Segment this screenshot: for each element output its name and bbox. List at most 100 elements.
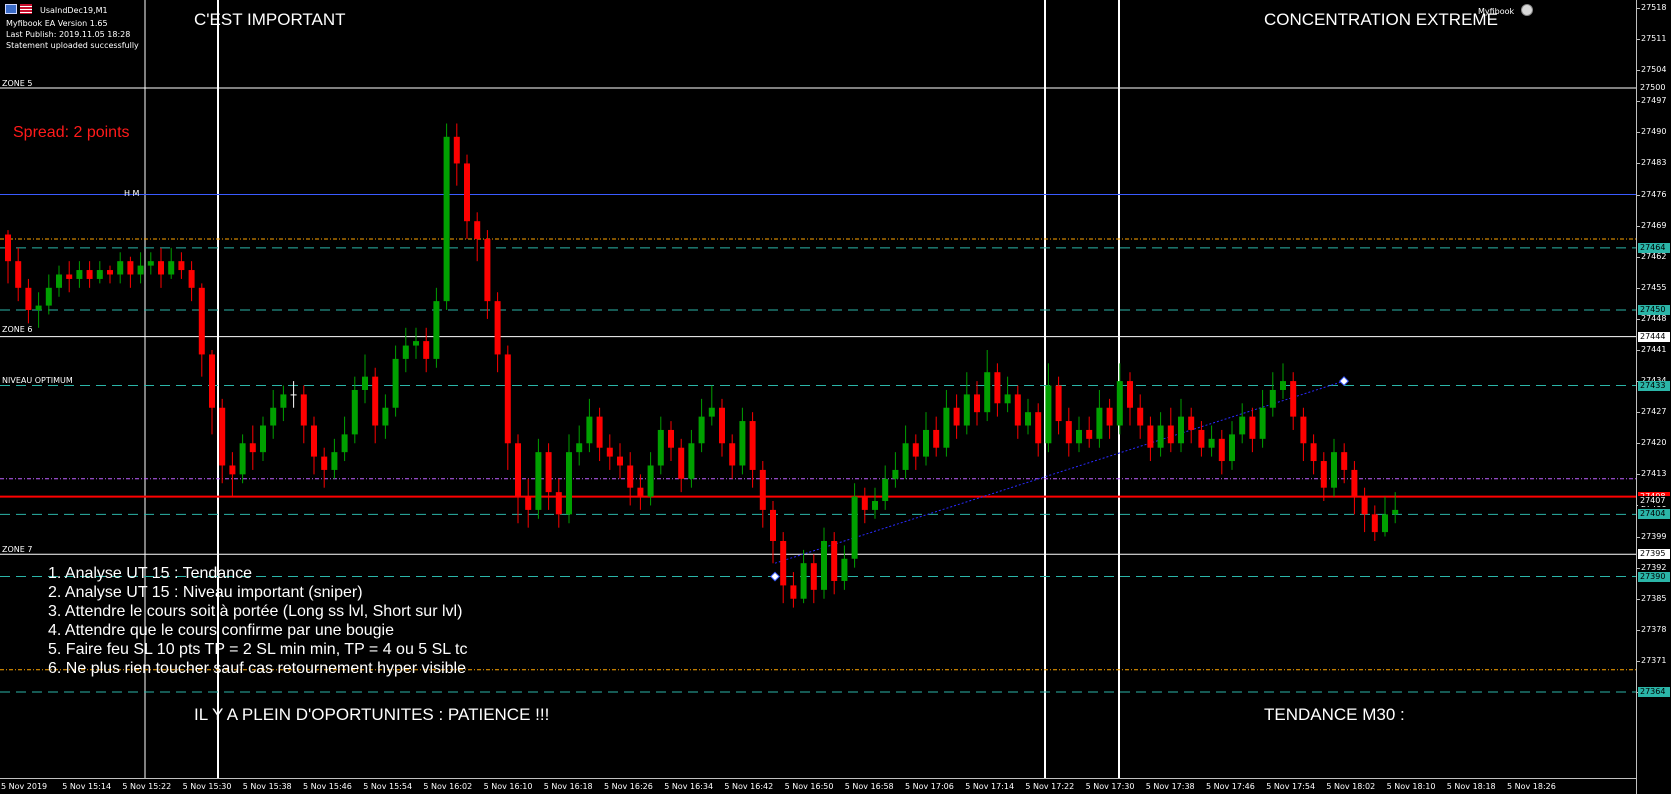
candle-body bbox=[1361, 496, 1368, 515]
candle-body bbox=[1290, 381, 1297, 417]
candle-body bbox=[994, 372, 1001, 404]
candle bbox=[1351, 461, 1358, 515]
candle bbox=[1310, 434, 1317, 475]
candle bbox=[1331, 438, 1337, 497]
candle-body bbox=[984, 372, 991, 413]
time-tick: 5 Nov 15:38 bbox=[242, 782, 292, 791]
candle-body bbox=[678, 447, 685, 479]
candle bbox=[515, 434, 521, 524]
candle bbox=[668, 421, 674, 462]
candle-body bbox=[657, 429, 664, 466]
candle bbox=[45, 274, 52, 315]
candle-body bbox=[872, 501, 878, 510]
candle-body bbox=[719, 407, 725, 444]
candle-body bbox=[178, 261, 185, 271]
candle bbox=[25, 278, 32, 324]
candle-body bbox=[637, 487, 644, 497]
step-5: 5. Faire feu SL 10 pts TP = 2 SL min min… bbox=[48, 641, 468, 658]
candle bbox=[300, 385, 307, 444]
price-tick: 27476 bbox=[1641, 189, 1667, 199]
candle-body bbox=[943, 407, 950, 448]
candle-body bbox=[219, 407, 226, 466]
candle bbox=[1167, 407, 1174, 453]
candle bbox=[1065, 407, 1072, 457]
time-tick: 5 Nov 2019 bbox=[1, 782, 48, 791]
candle-body bbox=[453, 136, 460, 164]
candle bbox=[178, 252, 185, 279]
candle-body bbox=[1371, 514, 1378, 533]
candle bbox=[1035, 403, 1042, 457]
anchor-point bbox=[1339, 376, 1349, 387]
candle bbox=[1014, 385, 1021, 439]
price-axis[interactable]: 27518 27511 27504 27497 27490 27483 27476 27469… bbox=[1636, 0, 1671, 794]
time-tick: 5 Nov 16:10 bbox=[483, 782, 533, 791]
candle bbox=[270, 389, 277, 439]
price-tag: 27395 bbox=[1638, 549, 1670, 560]
candle-body bbox=[586, 416, 593, 444]
candle-body bbox=[433, 301, 440, 359]
candle bbox=[1249, 407, 1256, 453]
price-tick: 27455 bbox=[1641, 282, 1667, 292]
candle bbox=[984, 350, 991, 422]
time-axis[interactable]: 5 Nov 2019 5 Nov 15:14 5 Nov 15:22 5 Nov 15… bbox=[0, 778, 1636, 794]
price-tick-mark bbox=[1637, 39, 1640, 41]
candle bbox=[525, 478, 532, 528]
price-tag: 27390 bbox=[1638, 571, 1670, 582]
candle-body bbox=[525, 496, 532, 510]
candle-body bbox=[729, 443, 736, 466]
candle bbox=[147, 252, 154, 275]
candle-body bbox=[35, 305, 42, 311]
candle-body bbox=[107, 270, 113, 275]
price-tick-mark bbox=[1637, 660, 1640, 662]
candle-body bbox=[494, 301, 501, 355]
candle-body bbox=[1127, 381, 1133, 408]
time-tick: 5 Nov 15:54 bbox=[363, 782, 413, 791]
symbol-title: UsaIndDec19,M1 bbox=[40, 6, 108, 15]
price-tag: 27433 bbox=[1638, 380, 1670, 391]
time-tick: 5 Nov 17:30 bbox=[1085, 782, 1135, 791]
candle-body bbox=[239, 443, 246, 475]
candle-body bbox=[790, 585, 797, 599]
candle-body bbox=[1025, 412, 1031, 426]
candle bbox=[1096, 389, 1103, 448]
candle-body bbox=[1341, 452, 1348, 470]
candle-body bbox=[861, 496, 868, 510]
price-tick-mark bbox=[1637, 598, 1640, 600]
candle-body bbox=[739, 421, 746, 466]
time-tick: 5 Nov 16:50 bbox=[784, 782, 834, 791]
candles bbox=[5, 123, 1399, 608]
candle-body bbox=[402, 345, 409, 359]
candle-body bbox=[800, 563, 807, 599]
label-bottom-left: IL Y A PLEIN D'OPORTUNITES : PATIENCE !!… bbox=[194, 705, 550, 724]
time-tick: 5 Nov 17:22 bbox=[1025, 782, 1075, 791]
price-tick: 27441 bbox=[1641, 345, 1667, 354]
price-tag: 27407 bbox=[1638, 496, 1670, 506]
time-tick: 5 Nov 16:26 bbox=[604, 782, 653, 791]
candle bbox=[433, 287, 440, 368]
candle-body bbox=[1269, 389, 1276, 408]
chart-area[interactable]: UsaIndDec19,M1 Myfibook EA Version 1.65 … bbox=[0, 0, 1636, 778]
candle bbox=[1076, 416, 1082, 453]
chart-menu-icon[interactable] bbox=[5, 4, 17, 14]
price-tick-mark bbox=[1637, 567, 1640, 569]
time-tick: 5 Nov 18:26 bbox=[1507, 782, 1556, 791]
candle-body bbox=[1055, 385, 1062, 422]
candle-body bbox=[504, 354, 511, 444]
price-tick: 27504 bbox=[1641, 65, 1667, 75]
candle-body bbox=[443, 136, 450, 302]
time-tick: 5 Nov 18:10 bbox=[1386, 782, 1436, 791]
step-4: 4. Attendre que le cours confirme par un… bbox=[48, 622, 394, 639]
candle-body bbox=[341, 434, 348, 453]
candle-body bbox=[321, 456, 328, 470]
time-tick: 5 Nov 15:14 bbox=[62, 782, 112, 791]
candle bbox=[810, 554, 817, 604]
us-flag-icon bbox=[20, 4, 32, 14]
candle bbox=[1290, 372, 1297, 430]
time-tick: 5 Nov 16:18 bbox=[543, 782, 593, 791]
candle-body bbox=[351, 389, 358, 435]
candle-body bbox=[1065, 421, 1072, 444]
candle-body bbox=[606, 447, 613, 457]
candle bbox=[219, 398, 226, 484]
candle bbox=[1382, 496, 1388, 537]
candle-body bbox=[382, 407, 389, 426]
